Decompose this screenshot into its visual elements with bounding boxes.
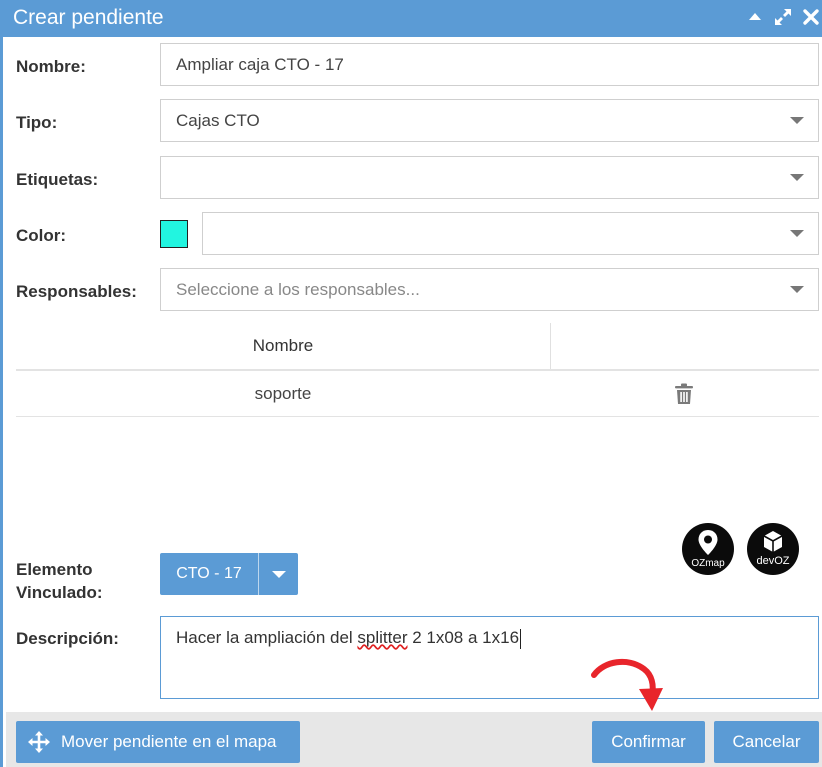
table-cell-nombre: soporte — [254, 384, 312, 403]
color-swatch[interactable] — [160, 220, 188, 248]
dialog-title: Crear pendiente — [13, 6, 164, 29]
descripcion-label: Descripción: — [16, 629, 119, 648]
annotation-arrow-icon — [591, 658, 663, 711]
responsables-table: Nombre soporte — [16, 323, 819, 417]
responsables-label: Responsables: — [16, 282, 137, 301]
column-divider — [550, 323, 551, 369]
crear-pendiente-dialog: Crear pendiente Nombre: Ampliar caja CTO… — [0, 0, 822, 767]
ozmap-logo: OZmap — [682, 523, 734, 575]
elemento-vinculado-dropdown: CTO - 17 — [160, 553, 298, 595]
cube-icon — [763, 531, 783, 552]
responsables-select[interactable]: Seleccione a los responsables... — [160, 268, 819, 311]
elemento-dropdown-toggle[interactable] — [259, 553, 298, 595]
close-icon[interactable] — [801, 6, 821, 28]
dialog-footer: Mover pendiente en el mapa Confirmar Can… — [6, 712, 822, 767]
descripcion-misspelled-word: splitter — [357, 628, 408, 647]
color-select[interactable] — [202, 212, 819, 255]
descripcion-textarea[interactable]: Hacer la ampliación del splitter 2 1x08 … — [160, 616, 819, 699]
elemento-label-line2: Vinculado: — [16, 583, 103, 602]
responsables-placeholder: Seleccione a los responsables... — [176, 280, 420, 299]
column-header-nombre[interactable]: Nombre — [16, 336, 550, 356]
tipo-value: Cajas CTO — [176, 111, 260, 130]
etiquetas-label: Etiquetas: — [16, 170, 99, 189]
chevron-down-icon — [790, 230, 804, 237]
dialog-titlebar[interactable]: Crear pendiente — [3, 0, 822, 37]
chevron-down-icon — [790, 117, 804, 124]
elemento-vinculado-label: Elemento Vinculado: — [16, 558, 103, 604]
mover-pendiente-label: Mover pendiente en el mapa — [61, 732, 277, 751]
confirmar-button[interactable]: Confirmar — [592, 721, 705, 763]
table-row: soporte — [16, 371, 819, 417]
elemento-vinculado-button[interactable]: CTO - 17 — [160, 553, 258, 595]
descripcion-text-after: 2 1x08 a 1x16 — [407, 628, 520, 647]
etiquetas-select[interactable] — [160, 156, 819, 199]
trash-icon[interactable] — [674, 383, 694, 405]
titlebar-controls — [745, 6, 821, 28]
chevron-down-icon — [790, 174, 804, 181]
tipo-label: Tipo: — [16, 113, 58, 132]
mover-pendiente-button[interactable]: Mover pendiente en el mapa — [16, 721, 300, 763]
chevron-down-icon — [272, 571, 286, 578]
descripcion-text-before: Hacer la ampliación del — [176, 628, 358, 647]
chevron-down-icon — [790, 286, 804, 293]
nombre-input[interactable]: Ampliar caja CTO - 17 — [160, 43, 819, 86]
elemento-label-line1: Elemento — [16, 560, 93, 579]
nombre-label: Nombre: — [16, 57, 86, 76]
cancelar-button[interactable]: Cancelar — [714, 721, 819, 763]
move-arrows-icon — [28, 731, 50, 753]
map-pin-icon — [698, 530, 718, 555]
devoz-logo-text: devOZ — [756, 555, 790, 567]
color-label: Color: — [16, 226, 67, 245]
ozmap-logo-text: OZmap — [691, 558, 725, 569]
text-cursor — [520, 628, 522, 649]
tipo-select[interactable]: Cajas CTO — [160, 99, 819, 142]
devoz-logo: devOZ — [747, 523, 799, 575]
collapse-icon[interactable] — [745, 6, 765, 28]
expand-icon[interactable] — [773, 6, 793, 28]
nombre-value: Ampliar caja CTO - 17 — [176, 55, 344, 74]
table-header: Nombre — [16, 323, 819, 371]
